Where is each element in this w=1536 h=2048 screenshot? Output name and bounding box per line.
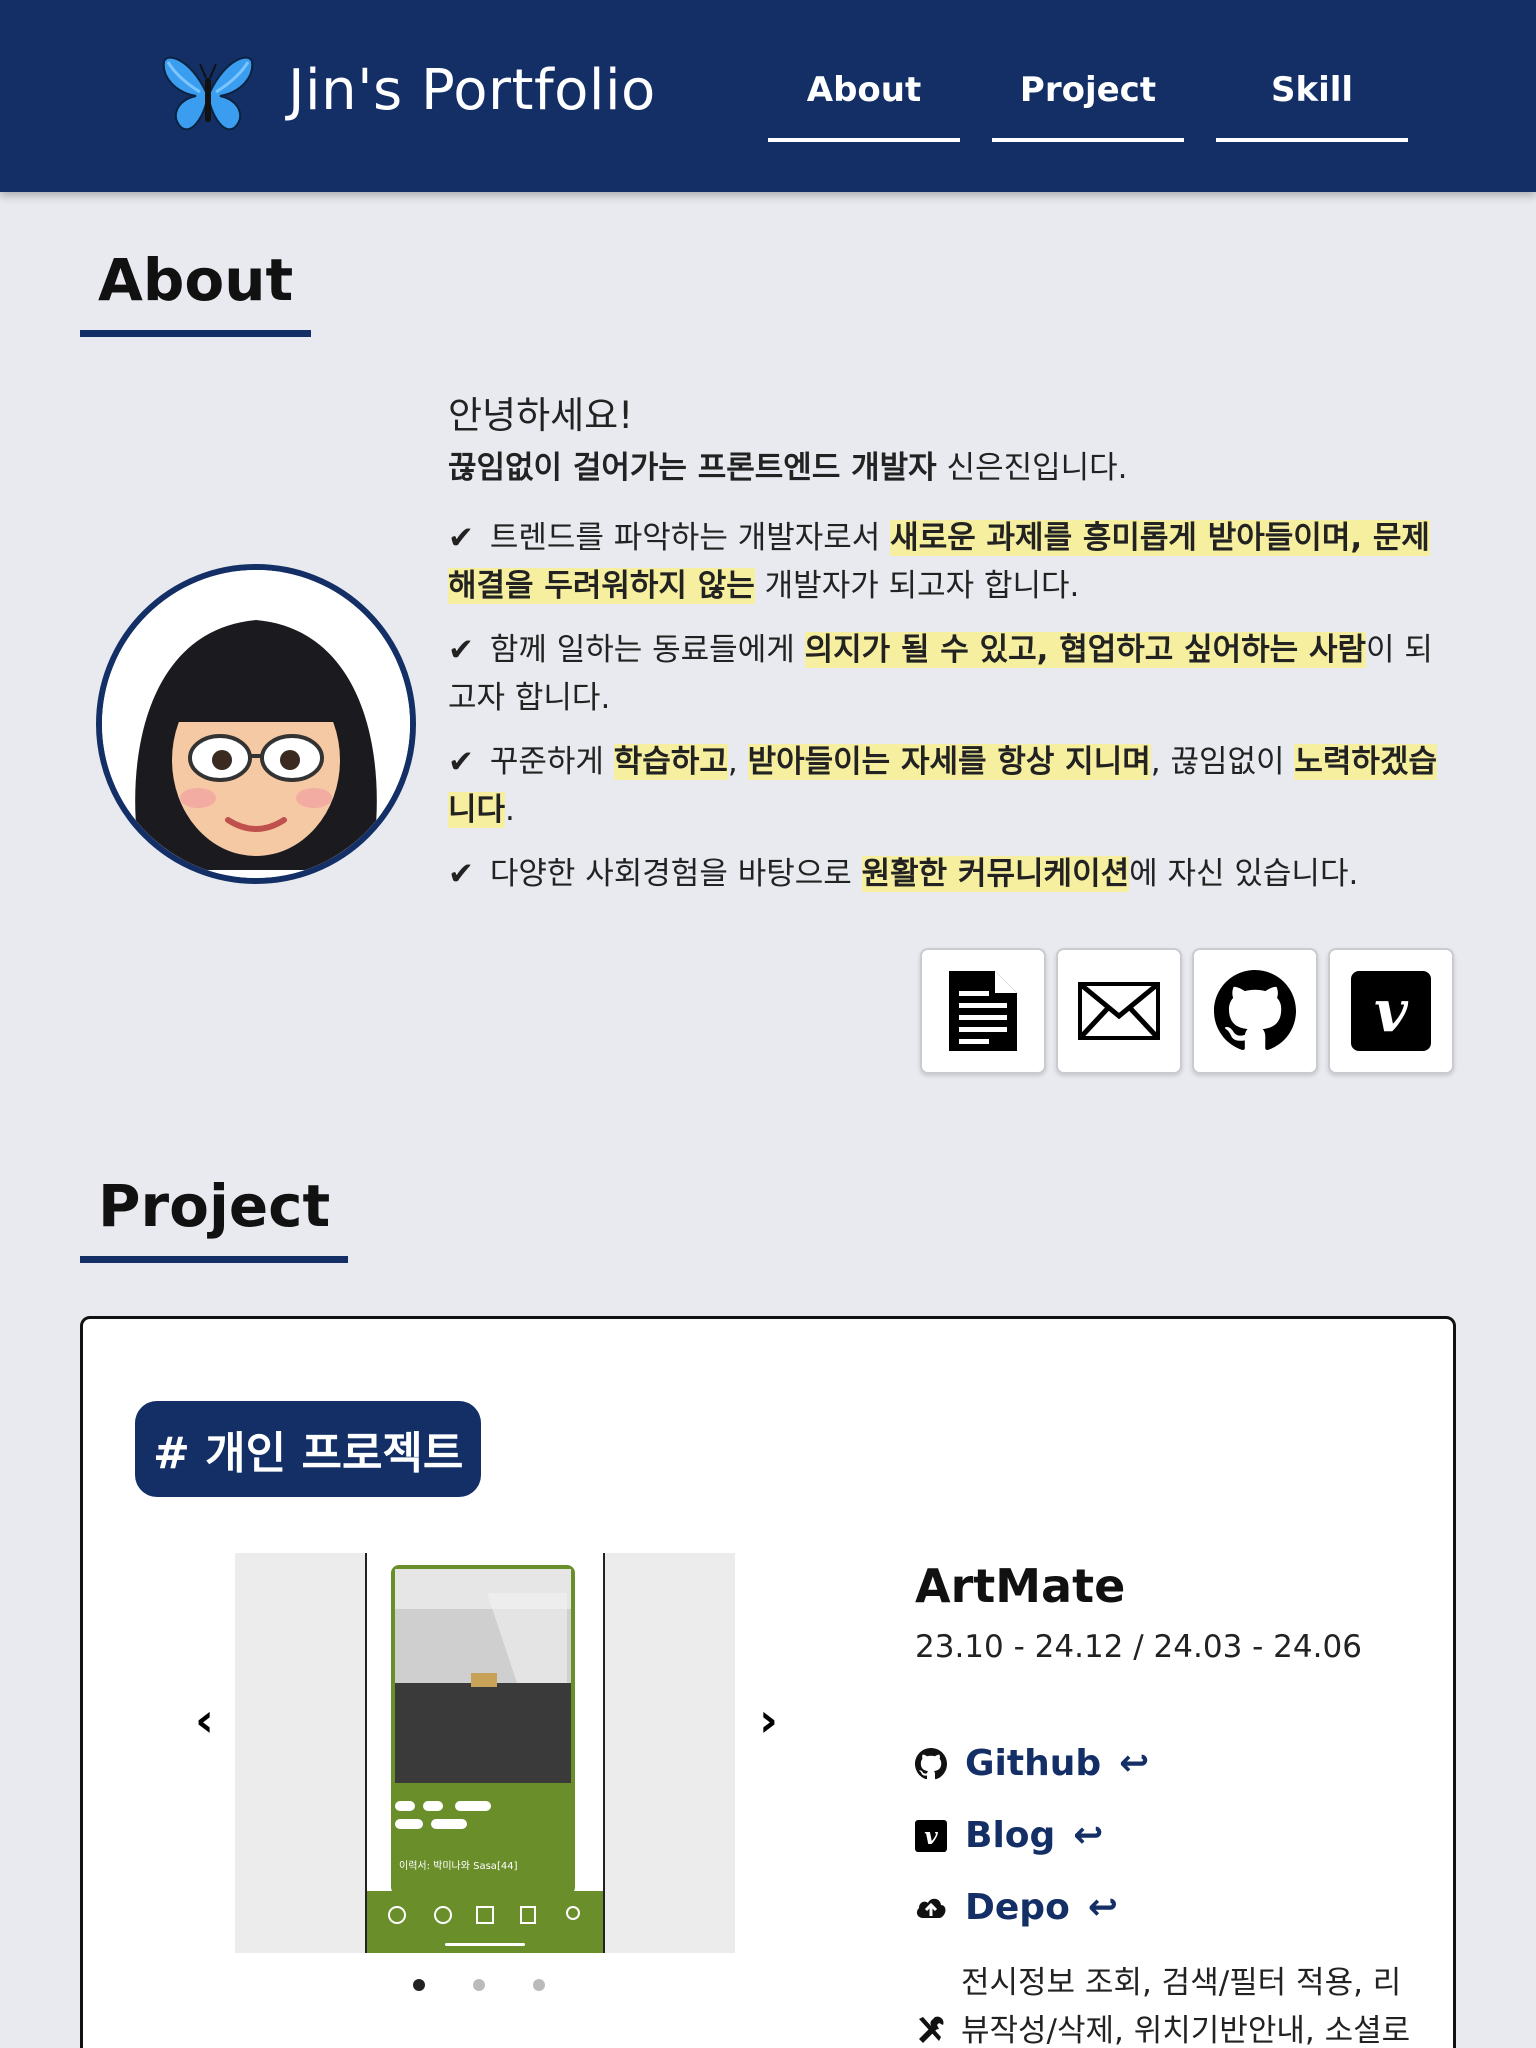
github-link[interactable]: Github ↩ [915,1743,1149,1784]
point-text: 다양한 사회경험을 바탕으로 [479,856,862,892]
lead-bold: 끊임없이 걸어가는 프론트엔드 개발자 [448,450,937,486]
carousel-next-arrow[interactable]: › [759,1693,778,1747]
return-icon: ↩ [1087,1887,1118,1928]
github-link-label: Github [965,1743,1102,1784]
check-icon: ✔ [448,520,474,556]
check-icon: ✔ [448,744,474,780]
point-text: 트렌드를 파악하는 개발자로서 [479,520,891,556]
project-tag: # 개인 프로젝트 [135,1401,482,1497]
project-section-title: Project [80,1172,349,1263]
github-icon [915,1747,947,1779]
point-text: , [727,744,748,780]
project-date: 23.10 - 24.12 / 24.03 - 24.06 [915,1629,1362,1665]
app-screen-image: 이력서: 박미나와 Sasa[44] [367,1553,603,1953]
nav-project[interactable]: Project [992,70,1184,142]
project-features: 전시정보 조회, 검색/필터 적용, 리뷰작성/삭제, 위치기반안내, 소셜로 [915,1959,1415,2048]
document-icon [949,971,1017,1051]
greeting: 안녕하세요! [448,394,634,437]
highlight-text: 의지가 될 수 있고, 협업하고 싶어하는 사람 [804,632,1366,668]
about-point: ✔ 트렌드를 파악하는 개발자로서 새로운 과제를 흥미롭게 받아들이며, 문제… [448,514,1458,610]
highlight-text: 원활한 커뮤니케이션 [861,856,1130,892]
blog-link[interactable]: v Blog ↩ [915,1815,1103,1856]
lead-rest: 신은진입니다. [936,450,1128,486]
return-icon: ↩ [1073,1815,1104,1856]
vimeo-icon: v [1351,971,1431,1051]
about-section-title: About [80,246,312,337]
vimeo-icon: v [915,1819,947,1852]
point-text: 함께 일하는 동료들에게 [479,632,805,668]
intro-text: 안녕하세요! 끊임없이 걸어가는 프론트엔드 개발자 신은진입니다. ✔ 트렌드… [448,390,1458,914]
about-point: ✔ 꾸준하게 학습하고, 받아들이는 자세를 항상 지니며, 끊임없이 노력하겠… [448,738,1458,834]
nav-about[interactable]: About [768,70,960,142]
github-button[interactable] [1192,948,1318,1074]
carousel-dots [413,1979,545,1991]
svg-text:v: v [1374,977,1409,1045]
avatar [96,564,416,884]
project-card: # 개인 프로젝트 이력서: 박미나와 Sasa[44] ‹ › ArtMate… [80,1316,1456,2048]
about-point: ✔ 다양한 사회경험을 바탕으로 원활한 커뮤니케이션에 자신 있습니다. [448,850,1458,898]
blog-button[interactable]: v [1328,948,1454,1074]
email-button[interactable] [1056,948,1182,1074]
screen-caption: 이력서: 박미나와 Sasa[44] [399,1860,518,1872]
github-icon [1214,970,1296,1050]
project-name: ArtMate [915,1559,1126,1613]
check-icon: ✔ [448,632,474,668]
butterfly-icon [162,56,254,131]
carousel-dot[interactable] [533,1979,545,1991]
svg-text:v: v [924,1823,938,1850]
highlight-text: 받아들이는 자세를 항상 지니며 [747,744,1151,780]
lead-sentence: 끊임없이 걸어가는 프론트엔드 개발자 신은진입니다. [448,444,1458,492]
project-carousel: 이력서: 박미나와 Sasa[44] [235,1553,735,1953]
memoji-avatar-image [102,570,410,878]
check-icon: ✔ [448,856,474,892]
brand-title[interactable]: Jin's Portfolio [288,58,656,123]
resume-button[interactable] [920,948,1046,1074]
point-text: 꾸준하게 [479,744,614,780]
carousel-dot[interactable] [473,1979,485,1991]
point-text: 에 자신 있습니다. [1129,856,1359,892]
about-point: ✔ 함께 일하는 동료들에게 의지가 될 수 있고, 협업하고 싶어하는 사람이… [448,626,1458,722]
deploy-link-label: Depo [965,1887,1070,1928]
point-text: , 끊임없이 [1150,744,1295,780]
features-text: 전시정보 조회, 검색/필터 적용, 리뷰작성/삭제, 위치기반안내, 소셜로 [961,1965,1411,2048]
nav-skill[interactable]: Skill [1216,70,1408,142]
cloud-upload-icon [916,1898,946,1918]
top-header: Jin's Portfolio About Project Skill [0,0,1536,192]
highlight-text: 학습하고 [613,744,728,780]
carousel-dot[interactable] [413,1979,425,1991]
mail-icon [1078,982,1160,1040]
point-text: . [505,792,515,828]
blog-link-label: Blog [965,1815,1056,1856]
tools-icon [919,2016,944,2043]
phone-screenshot: 이력서: 박미나와 Sasa[44] [365,1553,605,1953]
return-icon: ↩ [1119,1743,1150,1784]
carousel-prev-arrow[interactable]: ‹ [195,1693,214,1747]
point-text: 개발자가 되고자 합니다. [754,568,1080,604]
deploy-link[interactable]: Depo ↩ [915,1887,1118,1928]
